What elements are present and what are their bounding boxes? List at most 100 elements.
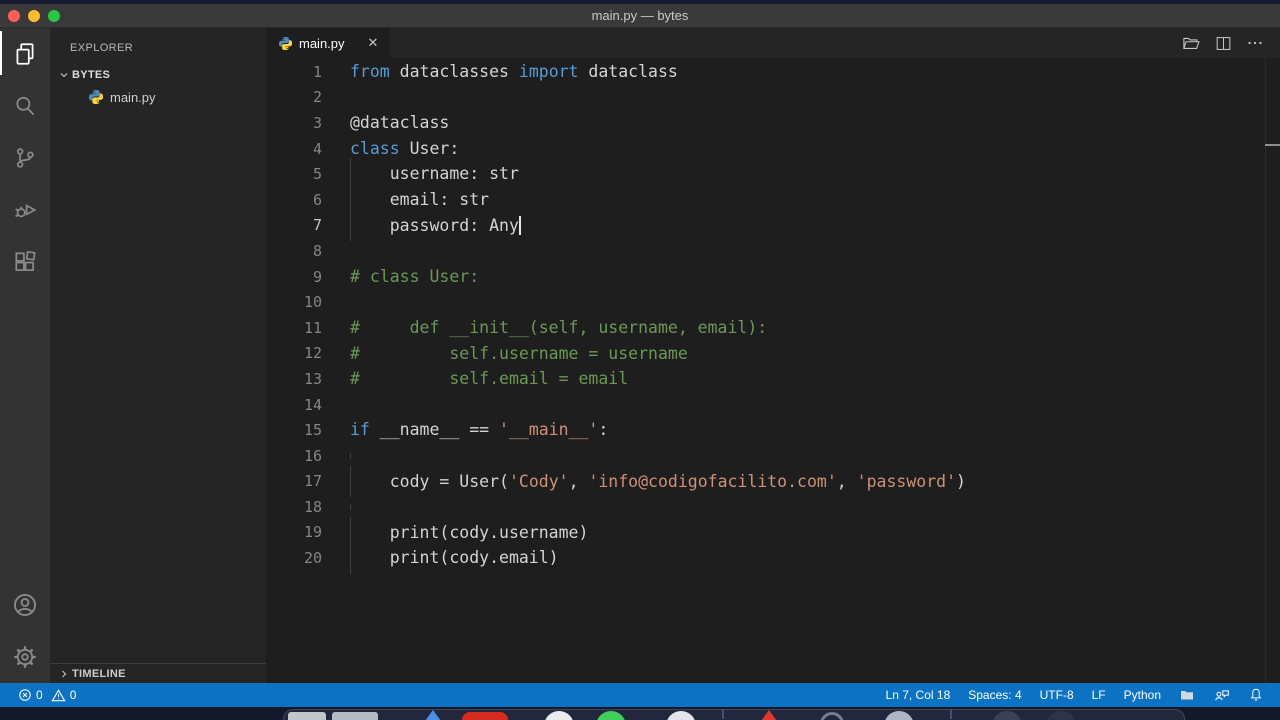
folder-section-bytes[interactable]: BYTES: [50, 64, 266, 86]
line-number: 2: [312, 88, 322, 107]
code-line[interactable]: 8: [266, 238, 1280, 264]
folder-icon[interactable]: [1173, 683, 1201, 707]
close-tab-icon[interactable]: ✕: [364, 34, 382, 52]
line-number: 1: [312, 62, 322, 81]
code-text: email: str: [350, 183, 489, 216]
code-line[interactable]: 6 email: str: [266, 183, 1280, 216]
python-icon: [278, 36, 293, 50]
accounts-icon[interactable]: [0, 579, 50, 631]
code-text: # self.email = email: [350, 369, 629, 389]
code-text: if __name__ == '__main__':: [350, 420, 609, 440]
code-line[interactable]: 13 # self.email = email: [266, 366, 1280, 392]
code-line[interactable]: 2: [266, 85, 1280, 111]
indent-guide: [350, 542, 351, 574]
code-line[interactable]: 12 # self.username = username: [266, 341, 1280, 367]
dock-app-icon[interactable]: [332, 712, 378, 720]
indent-guide: [350, 209, 351, 242]
indent-guide: [350, 465, 351, 498]
line-number: 12: [303, 344, 322, 363]
cursor-position[interactable]: Ln 7, Col 18: [880, 683, 957, 707]
line-number: 13: [303, 369, 322, 388]
code-line[interactable]: 14: [266, 392, 1280, 418]
split-editor-icon[interactable]: [1212, 32, 1234, 54]
python-icon: [89, 90, 103, 104]
error-count: 0: [36, 688, 43, 702]
code-line[interactable]: 4 class User:: [266, 136, 1280, 162]
line-number: 11: [303, 318, 322, 337]
more-actions-icon[interactable]: [1244, 32, 1266, 54]
code-line[interactable]: 10: [266, 289, 1280, 315]
dock-app-icon[interactable]: [462, 712, 508, 720]
code-text: # def __init__(self, username, email):: [350, 317, 768, 337]
text-cursor: [518, 215, 521, 235]
code-text: @dataclass: [350, 113, 450, 133]
tab-mainpy[interactable]: main.py ✕: [266, 28, 390, 58]
code-line[interactable]: 1 from dataclasses import dataclass: [266, 59, 1280, 85]
eol-label: LF: [1091, 688, 1106, 702]
chevron-down-icon: [56, 67, 72, 83]
explorer-icon[interactable]: [0, 28, 50, 80]
code-line[interactable]: 19 print(cody.username): [266, 516, 1280, 549]
traffic-lights: [8, 9, 60, 22]
indentation-label: Spaces: 4: [968, 688, 1022, 702]
line-number: 4: [312, 139, 322, 158]
dock-separator: [950, 709, 952, 719]
search-icon[interactable]: [0, 80, 50, 132]
titlebar[interactable]: main.py — bytes: [0, 4, 1280, 28]
dock-app-icon[interactable]: [756, 710, 782, 720]
zoom-window-button[interactable]: [48, 9, 60, 22]
code-text: print(cody.username): [350, 516, 588, 549]
source-control-icon[interactable]: [0, 132, 50, 184]
encoding-label: UTF-8: [1039, 688, 1074, 702]
timeline-label: TIMELINE: [72, 667, 126, 680]
run-debug-icon[interactable]: [0, 184, 50, 236]
code-line[interactable]: 5 username: str: [266, 158, 1280, 190]
code-line[interactable]: 15 if __name__ == '__main__':: [266, 417, 1280, 443]
line-number: 5: [312, 165, 322, 184]
line-number: 20: [303, 549, 322, 568]
sidebar-title: EXPLORER: [70, 42, 134, 54]
open-folder-icon[interactable]: [1180, 32, 1202, 54]
dock-app-icon[interactable]: [288, 712, 326, 720]
code-line[interactable]: 20 print(cody.email): [266, 542, 1280, 574]
language-mode[interactable]: Python: [1118, 683, 1167, 707]
settings-gear-icon[interactable]: [0, 631, 50, 683]
file-item-mainpy[interactable]: main.py: [50, 86, 266, 108]
code-line[interactable]: 3 @dataclass: [266, 110, 1280, 136]
line-number: 10: [303, 293, 322, 312]
code-line[interactable]: 16: [266, 443, 1280, 469]
extensions-icon[interactable]: [0, 236, 50, 288]
close-window-button[interactable]: [8, 9, 20, 22]
vscode-window: main.py — bytes EXPLORER BYTES main.py T…: [0, 0, 1280, 720]
language-label: Python: [1123, 688, 1161, 702]
eol-setting[interactable]: LF: [1086, 683, 1112, 707]
problems-indicator[interactable]: 0 0: [14, 683, 80, 707]
line-number: 16: [303, 446, 322, 465]
dock-separator: [722, 709, 724, 719]
code-text: password: Any: [350, 209, 521, 242]
dock-app-icon[interactable]: [420, 710, 446, 720]
tab-label: main.py: [299, 35, 345, 51]
code-line[interactable]: 7 password: Any: [266, 209, 1280, 242]
cursor-position-label: Ln 7, Col 18: [885, 688, 951, 702]
line-number: 18: [303, 497, 322, 516]
feedback-icon[interactable]: [1207, 683, 1236, 707]
bell-icon[interactable]: [1242, 683, 1270, 707]
code-lines: 1 from dataclasses import dataclass 2 3 @dat…: [266, 59, 1280, 574]
active-view-indicator: [0, 31, 2, 75]
code-line[interactable]: 18: [266, 494, 1280, 520]
code-line[interactable]: 11 # def __init__(self, username, email):: [266, 315, 1280, 341]
timeline-section[interactable]: TIMELINE: [50, 663, 266, 683]
line-number: 7: [312, 216, 322, 235]
status-bar: 0 0 Ln 7, Col 18 Spaces: 4 UTF-8 LF Pyth…: [0, 683, 1280, 707]
code-line[interactable]: 9 # class User:: [266, 264, 1280, 290]
code-editor[interactable]: 1 from dataclasses import dataclass 2 3 @dat…: [266, 58, 1280, 683]
indentation-setting[interactable]: Spaces: 4: [962, 683, 1027, 707]
code-line[interactable]: 17 cody = User('Cody', 'info@codigofacil…: [266, 465, 1280, 498]
encoding-setting[interactable]: UTF-8: [1034, 683, 1080, 707]
macos-dock: [0, 707, 1280, 720]
minimize-window-button[interactable]: [28, 9, 40, 22]
line-number: 15: [303, 421, 322, 440]
chevron-right-icon: [56, 666, 72, 682]
code-text: # class User:: [350, 266, 480, 286]
